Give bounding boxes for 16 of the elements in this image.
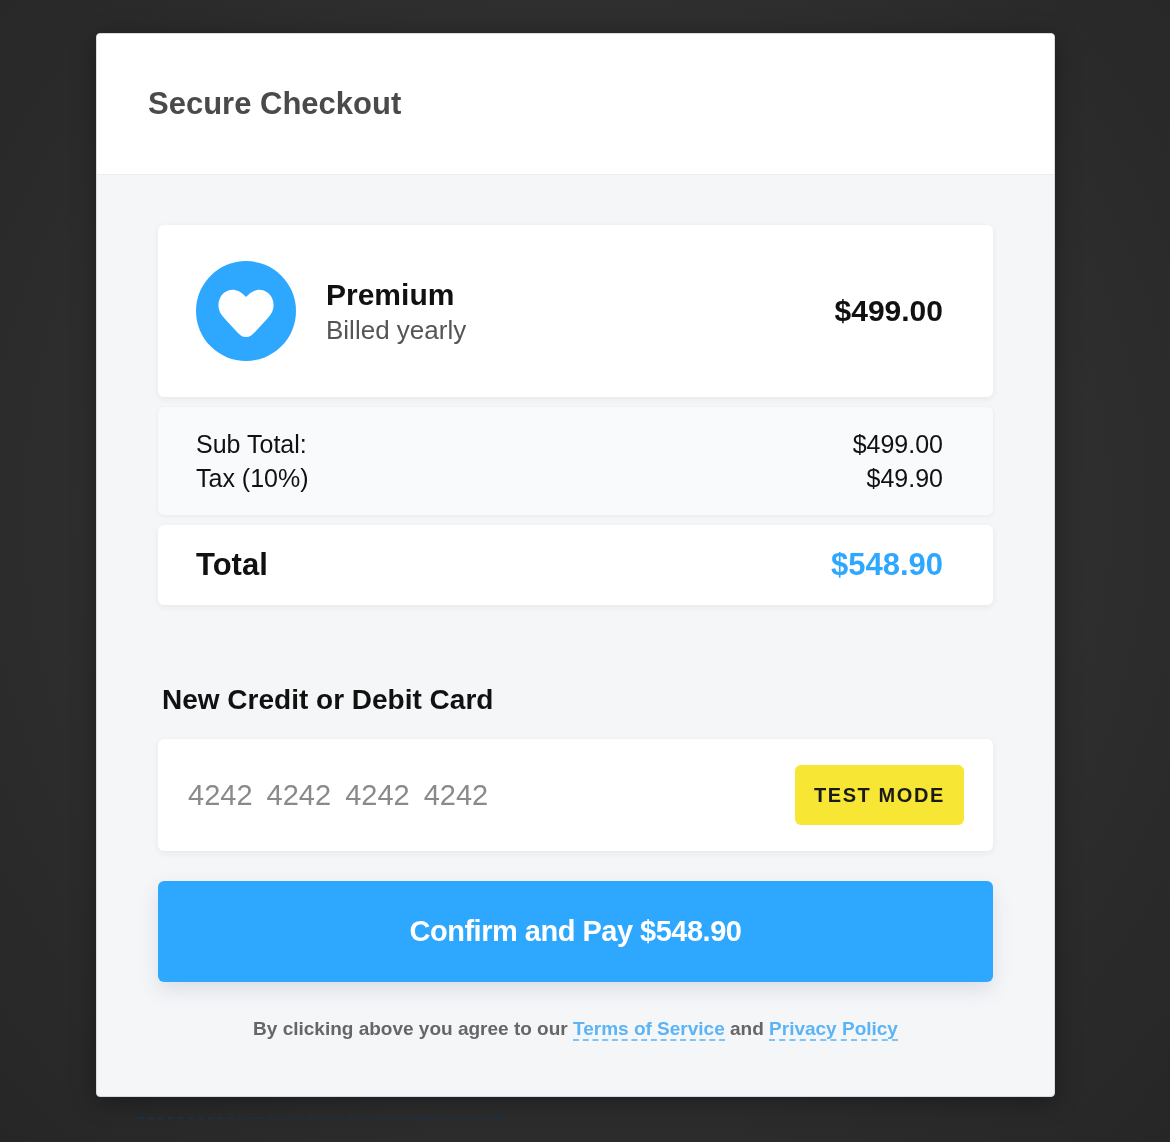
summary-label: Sub Total: [196, 429, 307, 460]
dialog-title: Secure Checkout [148, 86, 402, 122]
policy-link[interactable]: Privacy Policy [769, 1018, 898, 1041]
test-mode-badge: TEST MODE [794, 765, 964, 825]
total-amount: $548.90 [830, 547, 943, 583]
product-name: Premium [326, 277, 455, 313]
summary-value: $49.90 [866, 463, 943, 494]
confirm-pay-button[interactable]: Confirm and Pay $548.90 [158, 881, 993, 982]
policy-link[interactable]: Terms of Service [573, 1018, 725, 1041]
legal-notice: By clicking above you agree to our Terms of Service and Privacy Policy [253, 1017, 898, 1042]
product-price: $499.00 [834, 294, 943, 328]
summary-label: Tax (10%) [196, 463, 309, 494]
payment-heading: New Credit or Debit Card [162, 683, 494, 717]
billing-period: Billed yearly [326, 314, 467, 346]
summary-value: $499.00 [852, 429, 943, 460]
total-label: Total [196, 547, 268, 583]
